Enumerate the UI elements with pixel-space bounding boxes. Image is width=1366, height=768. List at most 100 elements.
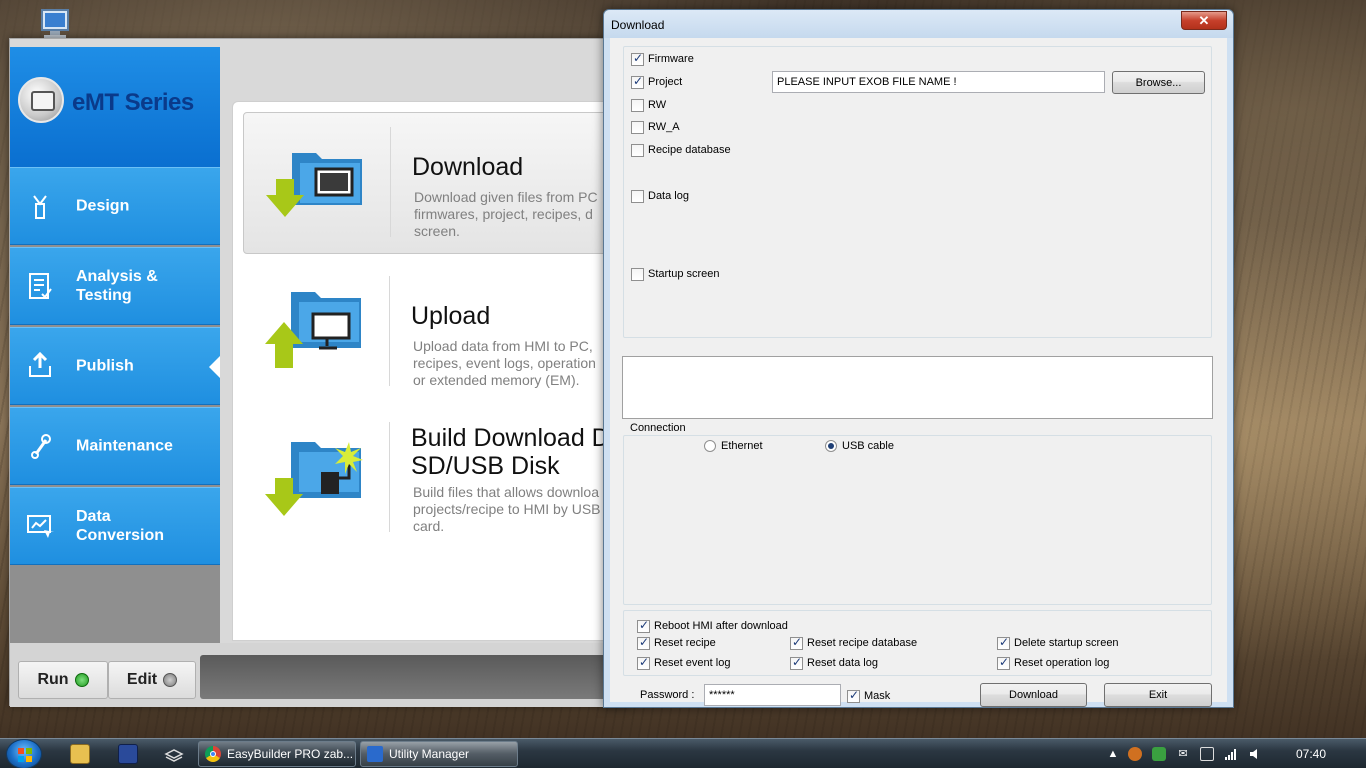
- radio-button[interactable]: [825, 440, 837, 452]
- password-label: Password :: [640, 689, 695, 701]
- build-disk-folder-icon: [265, 438, 365, 518]
- checkbox[interactable]: [631, 120, 644, 134]
- publish-icon: [24, 350, 56, 382]
- radio-button[interactable]: [704, 440, 716, 452]
- mail-icon[interactable]: ✉: [1176, 747, 1190, 761]
- utility-manager-icon: [367, 746, 383, 762]
- password-input[interactable]: ******: [704, 684, 841, 706]
- option-description: Build files that allows downloa projects…: [413, 484, 601, 534]
- delete-startup-screen-checkbox[interactable]: Delete startup screen: [997, 635, 1119, 651]
- rw-checkbox[interactable]: RW: [631, 97, 666, 113]
- checkbox-label: Project: [648, 76, 683, 88]
- checkbox[interactable]: [637, 618, 650, 633]
- save-disk-icon[interactable]: [118, 744, 138, 764]
- rw-a-checkbox[interactable]: RW_A: [631, 119, 680, 135]
- option-build-download-disk[interactable]: Build Download D SD/USB Disk Build files…: [243, 408, 633, 550]
- divider: [390, 127, 391, 237]
- volume-icon[interactable]: [1248, 747, 1262, 761]
- radio-label: USB cable: [842, 440, 894, 452]
- alert-tray-icon[interactable]: [1128, 747, 1142, 761]
- checkbox[interactable]: [631, 143, 644, 157]
- nav-label: Publish: [76, 357, 134, 375]
- checkbox-label: Recipe database: [648, 144, 731, 156]
- show-hidden-icons-icon[interactable]: ▲: [1106, 747, 1120, 761]
- project-path-input[interactable]: PLEASE INPUT EXOB FILE NAME !: [772, 71, 1105, 93]
- layers-icon[interactable]: [164, 744, 184, 764]
- checkbox[interactable]: [631, 189, 644, 203]
- checkbox[interactable]: [997, 635, 1010, 650]
- option-download[interactable]: Download Download given files from PC fi…: [243, 112, 633, 254]
- connection-label: Connection: [628, 422, 688, 434]
- explorer-icon[interactable]: [70, 744, 90, 764]
- checkbox-label: Reboot HMI after download: [654, 620, 788, 632]
- connection-group: [623, 435, 1212, 605]
- edit-label: Edit: [126, 671, 158, 688]
- logo-text: eMT Series: [72, 89, 194, 116]
- exit-button[interactable]: Exit: [1104, 683, 1212, 707]
- start-button[interactable]: [6, 739, 42, 768]
- data-conversion-icon: [24, 510, 56, 542]
- reset-operation-log-checkbox[interactable]: Reset operation log: [997, 655, 1109, 671]
- ethernet-radio[interactable]: Ethernet: [704, 438, 763, 454]
- checkbox-label: Reset data log: [807, 657, 878, 669]
- divider: [389, 422, 390, 532]
- edit-status-icon: [163, 673, 178, 687]
- close-button[interactable]: ✕: [1181, 11, 1227, 30]
- checkbox[interactable]: [790, 635, 803, 650]
- run-label: Run: [37, 671, 69, 688]
- nav-label: Analysis & Testing: [76, 268, 158, 304]
- taskbar-clock[interactable]: 07:40: [1296, 747, 1326, 761]
- reboot-hmi-checkbox[interactable]: Reboot HMI after download: [637, 618, 788, 634]
- reset-recipe-database-checkbox[interactable]: Reset recipe database: [790, 635, 917, 651]
- browse-button[interactable]: Browse...: [1112, 71, 1205, 94]
- taskbar-item-utility-manager[interactable]: Utility Manager: [360, 741, 518, 767]
- recipe-database-checkbox[interactable]: Recipe database: [631, 142, 731, 158]
- mask-checkbox[interactable]: Mask: [847, 688, 890, 704]
- security-shield-icon[interactable]: [1152, 747, 1166, 761]
- checkbox[interactable]: [637, 655, 650, 670]
- nav-item-design[interactable]: Design: [10, 167, 220, 245]
- computer-desktop-icon[interactable]: [36, 8, 76, 40]
- reset-event-log-checkbox[interactable]: Reset event log: [637, 655, 730, 671]
- checkbox[interactable]: [631, 98, 644, 112]
- checkbox[interactable]: [847, 688, 860, 703]
- nav-item-data-conversion[interactable]: Data Conversion: [10, 487, 220, 565]
- emt-logo: eMT Series: [10, 47, 220, 167]
- dialog-titlebar[interactable]: Download ✕: [604, 10, 1233, 38]
- nav-item-maintenance[interactable]: Maintenance: [10, 407, 220, 485]
- checkbox-label: Delete startup screen: [1014, 637, 1119, 649]
- startup-screen-checkbox[interactable]: Startup screen: [631, 266, 720, 282]
- data-log-checkbox[interactable]: Data log: [631, 188, 689, 204]
- nav-label: Design: [76, 197, 130, 215]
- nav-item-publish[interactable]: Publish: [10, 327, 220, 405]
- checkbox-label: RW: [648, 99, 667, 111]
- emt-logo-icon: [18, 77, 64, 123]
- checkbox-label: Firmware: [648, 53, 694, 65]
- checkbox[interactable]: [997, 655, 1010, 670]
- status-bar: [200, 655, 630, 699]
- firmware-checkbox[interactable]: Firmware: [631, 51, 694, 67]
- reset-data-log-checkbox[interactable]: Reset data log: [790, 655, 878, 671]
- project-checkbox[interactable]: Project: [631, 74, 682, 90]
- taskbar-item-label: EasyBuilder PRO zab...: [227, 747, 354, 761]
- checkbox-label: Startup screen: [648, 268, 720, 280]
- status-output-panel: [622, 356, 1213, 419]
- checkbox-label: Mask: [864, 690, 891, 702]
- taskbar-item-easybuilder[interactable]: EasyBuilder PRO zab...: [198, 741, 356, 767]
- edit-button[interactable]: Edit: [108, 661, 196, 699]
- checkbox[interactable]: [631, 74, 644, 89]
- checkbox[interactable]: [790, 655, 803, 670]
- checkbox[interactable]: [631, 267, 644, 281]
- network-signal-icon[interactable]: [1224, 747, 1238, 761]
- reset-recipe-checkbox[interactable]: Reset recipe: [637, 635, 716, 651]
- checkbox[interactable]: [631, 51, 644, 66]
- maintenance-icon: [24, 430, 56, 462]
- design-icon: [24, 190, 56, 222]
- option-upload[interactable]: Upload Upload data from HMI to PC, recip…: [243, 262, 633, 404]
- device-icon[interactable]: [1200, 747, 1214, 761]
- usb-cable-radio[interactable]: USB cable: [825, 438, 894, 454]
- nav-item-analysis-testing[interactable]: Analysis & Testing: [10, 247, 220, 325]
- checkbox[interactable]: [637, 635, 650, 650]
- download-button[interactable]: Download: [980, 683, 1087, 707]
- run-button[interactable]: Run: [18, 661, 108, 699]
